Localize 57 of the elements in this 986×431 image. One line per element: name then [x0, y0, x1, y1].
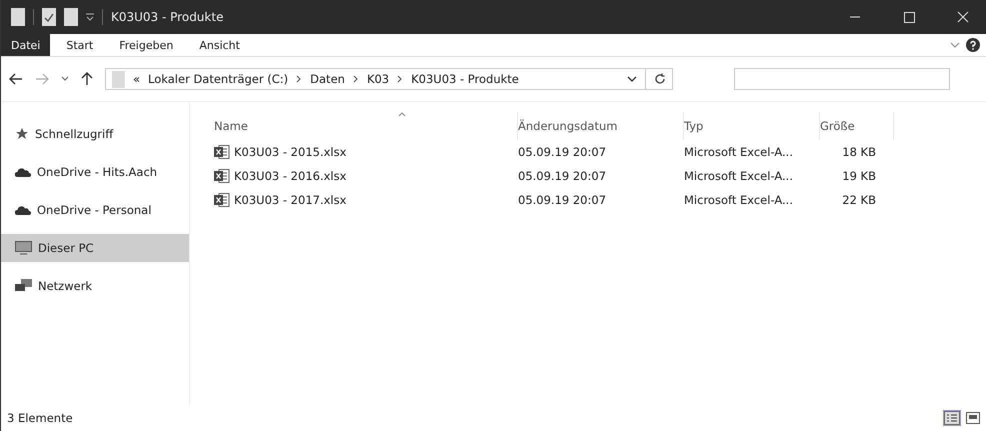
chevron-right-icon[interactable]	[397, 75, 404, 83]
table-cell-text: 18 KB	[841, 145, 876, 159]
excel-file-icon	[214, 169, 230, 183]
ribbon-tab[interactable]: Datei	[1, 34, 50, 56]
table-cell-text: Microsoft Excel-A...	[684, 145, 794, 159]
search-field[interactable]	[734, 68, 950, 90]
ribbon-tab[interactable]: Freigeben	[109, 34, 184, 56]
chevron-down-icon[interactable]	[627, 75, 637, 83]
details-view-icon[interactable]	[944, 411, 960, 425]
table-cell-text: 05.09.19 20:07	[518, 193, 608, 207]
monitor-icon	[15, 241, 32, 255]
help-icon[interactable]	[966, 38, 980, 52]
refresh-icon[interactable]	[654, 73, 666, 85]
breadcrumb[interactable]: K03U03 - Produkte	[411, 72, 519, 86]
drive-icon	[112, 70, 125, 88]
file-name[interactable]: K03U03 - 2015.xlsx	[234, 145, 346, 159]
table-cell-text: Microsoft Excel-A...	[684, 193, 794, 207]
column-header[interactable]: Typ	[684, 112, 820, 140]
sidebar-item[interactable]: Dieser PC	[1, 234, 189, 262]
chevron-down-icon[interactable]	[61, 76, 69, 82]
table-cell-text: 05.09.19 20:07	[518, 169, 608, 183]
table-cell-text: 22 KB	[841, 193, 876, 207]
breadcrumb[interactable]: Daten	[310, 72, 345, 86]
network-icon	[15, 279, 32, 293]
back-arrow-icon[interactable]	[9, 73, 23, 85]
window-title: K03U03 - Produkte	[111, 10, 224, 24]
ribbon-tab[interactable]: Start	[56, 34, 104, 56]
cloud-icon	[15, 167, 31, 177]
dropdown-icon[interactable]	[86, 13, 94, 21]
table-cell-text: 05.09.19 20:07	[518, 145, 608, 159]
star-icon	[15, 127, 29, 141]
sidebar-item[interactable]: Netzwerk	[1, 272, 189, 300]
file-name[interactable]: K03U03 - 2016.xlsx	[234, 169, 346, 183]
large-icons-view-icon[interactable]	[966, 412, 980, 424]
sidebar-item[interactable]: OneDrive - Personal	[1, 196, 189, 224]
column-header[interactable]: Größe	[820, 112, 894, 140]
address-bar[interactable]: « Lokaler Datenträger (C:) Daten K03 K03U03 - Produkte	[105, 68, 673, 90]
sort-ascending-icon	[398, 112, 406, 117]
breadcrumb[interactable]: Lokaler Datenträger (C:)	[148, 72, 288, 86]
column-header[interactable]: Änderungsdatum	[518, 112, 684, 140]
ribbon-tab[interactable]: Ansicht	[189, 34, 250, 56]
cloud-icon	[15, 205, 31, 215]
column-header[interactable]: Name	[214, 112, 518, 140]
checked-document-icon[interactable]	[42, 8, 56, 26]
chevron-right-icon[interactable]	[352, 75, 359, 83]
table-cell-text: Microsoft Excel-A...	[684, 169, 794, 183]
chevron-right-icon[interactable]	[296, 75, 302, 83]
up-arrow-icon[interactable]	[81, 72, 93, 86]
sidebar-item[interactable]: OneDrive - Hits.Aach	[1, 158, 189, 186]
breadcrumb[interactable]: K03	[366, 72, 390, 86]
excel-file-icon	[214, 145, 230, 159]
item-count: 3 Elemente	[7, 411, 73, 425]
overflow-chevron[interactable]: «	[133, 72, 140, 86]
excel-file-icon	[214, 193, 230, 207]
table-cell-text: 19 KB	[841, 169, 876, 183]
sidebar-item[interactable]: Schnellzugriff	[1, 120, 189, 148]
file-name[interactable]: K03U03 - 2017.xlsx	[234, 193, 346, 207]
